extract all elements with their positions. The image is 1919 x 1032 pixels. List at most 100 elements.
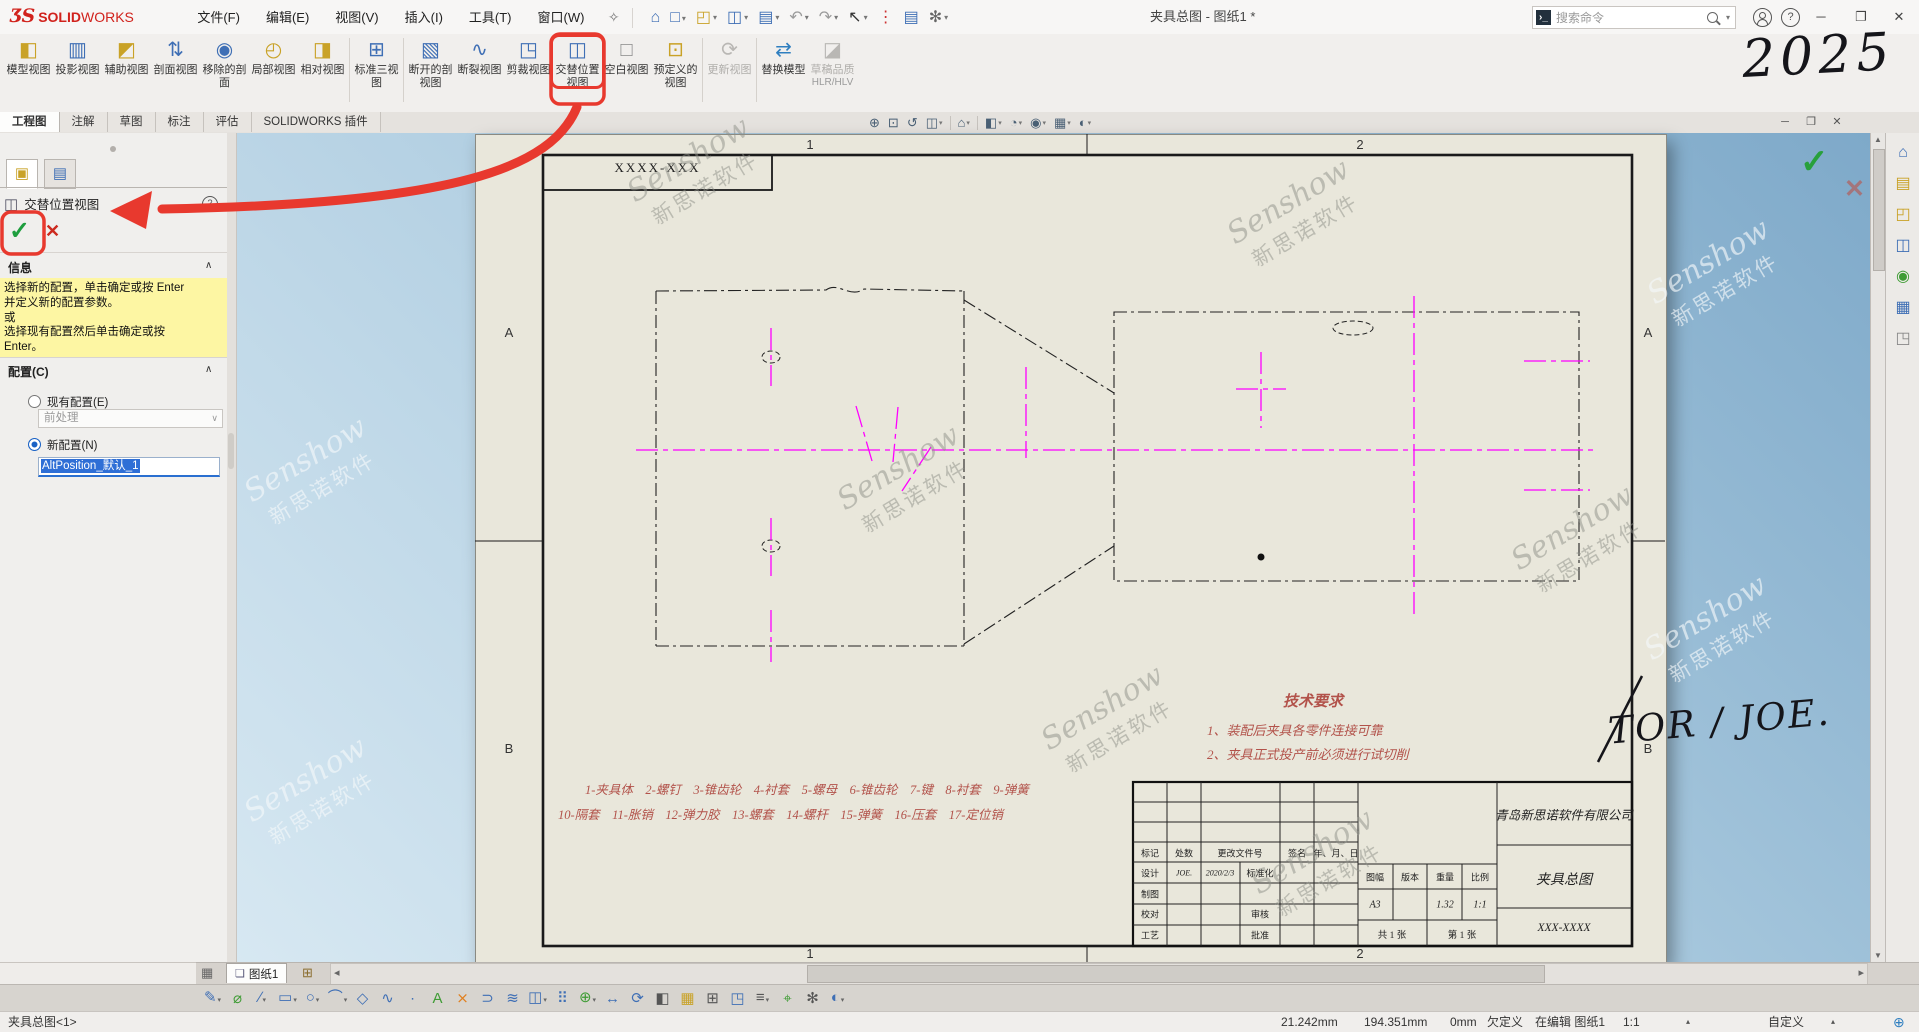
radio-icon[interactable]: [28, 395, 41, 408]
predefined-view-button[interactable]: ⊡预定义的视图: [651, 36, 700, 89]
scroll-up-icon[interactable]: ▲: [1871, 135, 1885, 144]
menu-item-5[interactable]: 窗口(W): [525, 1, 598, 35]
horizontal-scrollbar[interactable]: ◂ ▸: [330, 963, 1868, 985]
text-icon[interactable]: A: [425, 986, 450, 1011]
display-style-icon[interactable]: ◧▾: [981, 113, 1006, 134]
new-configuration-radio[interactable]: 新配置(N): [28, 437, 97, 453]
zoom-fit-icon[interactable]: ⊕: [865, 113, 884, 134]
new-document-icon[interactable]: □▾: [665, 1, 691, 35]
panel-splitter[interactable]: [227, 133, 237, 962]
tab-草图[interactable]: 草图: [108, 112, 156, 132]
line-icon[interactable]: ∕▾: [250, 985, 275, 1013]
pin-menu-icon[interactable]: ✧: [608, 9, 620, 25]
zoom-area-icon[interactable]: ⊡: [884, 113, 903, 134]
detail-view-button[interactable]: ◴局部视图: [249, 36, 298, 77]
dropdown-caret-icon[interactable]: ▾: [344, 997, 348, 1004]
removed-section-button[interactable]: ◉移除的剖面: [200, 36, 249, 89]
print-icon[interactable]: ▤▾: [753, 0, 784, 34]
circle-icon[interactable]: ○▾: [300, 985, 325, 1013]
offset-entities-icon[interactable]: ≋: [500, 986, 525, 1011]
dropdown-caret-icon[interactable]: ▾: [593, 997, 597, 1004]
configuration-section-header[interactable]: 配置(C): [8, 363, 49, 380]
panel-splitter-dot[interactable]: [110, 146, 116, 152]
dropdown-caret-icon[interactable]: ▾: [1067, 119, 1071, 127]
view-palette-icon[interactable]: ◫: [1886, 235, 1919, 255]
redo-icon[interactable]: ↷▾: [814, 0, 843, 34]
property-manager-tab[interactable]: ▣: [6, 159, 38, 189]
linear-pattern-icon[interactable]: ⠿: [550, 986, 575, 1011]
confirmation-cancel-icon[interactable]: ✕: [1844, 174, 1865, 204]
dropdown-caret-icon[interactable]: ▾: [263, 997, 267, 1004]
tab-评估[interactable]: 评估: [204, 112, 252, 132]
document-restore-icon[interactable]: ❐: [1798, 112, 1824, 132]
mirror-icon[interactable]: ◫▾: [525, 985, 550, 1013]
options-gear-icon[interactable]: ✻▾: [924, 0, 953, 34]
point-icon[interactable]: ∙: [400, 986, 425, 1011]
rectangle-icon[interactable]: ▭▾: [275, 985, 300, 1013]
vertical-scroll-thumb[interactable]: [1873, 149, 1885, 271]
configuration-manager-tab[interactable]: ▤: [44, 159, 76, 189]
units-caret-icon[interactable]: ▴: [1831, 1012, 1835, 1032]
home-icon[interactable]: ⌂: [646, 1, 666, 35]
display-style-icon[interactable]: ◧: [650, 986, 675, 1011]
file-properties-icon[interactable]: ▤: [899, 0, 924, 34]
file-explorer-icon[interactable]: ◰: [1886, 204, 1919, 224]
broken-out-section-button[interactable]: ▧断开的剖视图: [406, 36, 455, 89]
dropdown-caret-icon[interactable]: ▾: [966, 119, 970, 127]
break-view-button[interactable]: ∿断裂视图: [455, 36, 504, 77]
menu-item-0[interactable]: 文件(F): [184, 1, 253, 35]
polygon-icon[interactable]: ◇: [350, 986, 375, 1011]
crop-icon[interactable]: ◳: [725, 986, 750, 1011]
crop-view-button[interactable]: ◳剪裁视图: [504, 36, 553, 77]
ok-button[interactable]: ✓: [9, 216, 30, 246]
alternate-position-view-button[interactable]: ◫交替位置视图: [553, 36, 602, 89]
previous-view-icon[interactable]: ↺: [903, 113, 922, 134]
forum-icon[interactable]: ◳: [1886, 328, 1919, 348]
auxiliary-view-button[interactable]: ◩辅助视图: [102, 36, 151, 77]
search-caret-icon[interactable]: ▾: [1726, 13, 1730, 22]
replace-model-button[interactable]: ⇄替换模型: [759, 36, 808, 77]
open-icon[interactable]: ◰▾: [691, 0, 722, 34]
quick-tips-globe-icon[interactable]: ⊕: [1893, 1012, 1905, 1032]
vertical-scrollbar[interactable]: ▲ ▼: [1870, 133, 1886, 962]
stretch-icon[interactable]: ↔: [600, 986, 625, 1011]
dropdown-caret-icon[interactable]: ▾: [1088, 119, 1092, 127]
custom-properties-icon[interactable]: ▦: [1886, 297, 1919, 317]
user-account-icon[interactable]: [1753, 8, 1772, 27]
dropdown-caret-icon[interactable]: ▾: [944, 13, 948, 22]
scroll-down-icon[interactable]: ▼: [1871, 951, 1885, 960]
tab-工程图[interactable]: 工程图: [0, 112, 60, 132]
sheet-list-icon[interactable]: ▦: [201, 965, 213, 981]
existing-configuration-dropdown[interactable]: 前处理 ∨: [38, 409, 223, 428]
dropdown-caret-icon[interactable]: ▾: [834, 13, 838, 22]
dropdown-caret-icon[interactable]: ▾: [766, 997, 770, 1004]
dropdown-caret-icon[interactable]: ▾: [744, 13, 748, 22]
existing-configuration-radio[interactable]: 现有配置(E): [28, 394, 108, 410]
dropdown-caret-icon[interactable]: ▾: [218, 997, 222, 1004]
dropdown-caret-icon[interactable]: ▾: [805, 13, 809, 22]
view-settings-icon[interactable]: ◐▾: [1075, 112, 1095, 133]
rotate-icon[interactable]: ⟳: [625, 986, 650, 1011]
search-icon[interactable]: [1707, 12, 1718, 23]
menu-item-4[interactable]: 工具(T): [456, 1, 525, 35]
dropdown-caret-icon[interactable]: ▾: [682, 14, 686, 23]
trim-icon[interactable]: ⨯: [450, 986, 475, 1011]
dropdown-caret-icon[interactable]: ▾: [998, 119, 1002, 127]
edit-appearance-icon[interactable]: ◉▾: [1026, 113, 1050, 134]
search-command-box[interactable]: ›_ 搜索命令 ▾: [1532, 6, 1736, 29]
arc-icon[interactable]: ⌒▾: [325, 985, 350, 1013]
tab-标注[interactable]: 标注: [156, 112, 204, 132]
info-section-header[interactable]: 信息: [8, 259, 32, 276]
menu-item-2[interactable]: 视图(V): [322, 1, 391, 35]
design-library-icon[interactable]: ▤: [1886, 173, 1919, 193]
target-icon[interactable]: ⌖: [775, 986, 800, 1011]
dropdown-caret-icon[interactable]: ▾: [293, 997, 297, 1004]
configuration-collapse-icon[interactable]: ∧: [205, 364, 212, 375]
layers-icon[interactable]: ≡▾: [750, 985, 775, 1013]
add-sheet-icon[interactable]: ⊞: [302, 965, 313, 981]
dropdown-caret-icon[interactable]: ▾: [1042, 119, 1046, 127]
tab-注解[interactable]: 注解: [60, 112, 108, 132]
scroll-right-icon[interactable]: ▸: [1858, 966, 1864, 979]
new-configuration-name-input[interactable]: AltPosition_默认_1: [38, 457, 220, 477]
document-minimize-icon[interactable]: ─: [1772, 112, 1798, 132]
